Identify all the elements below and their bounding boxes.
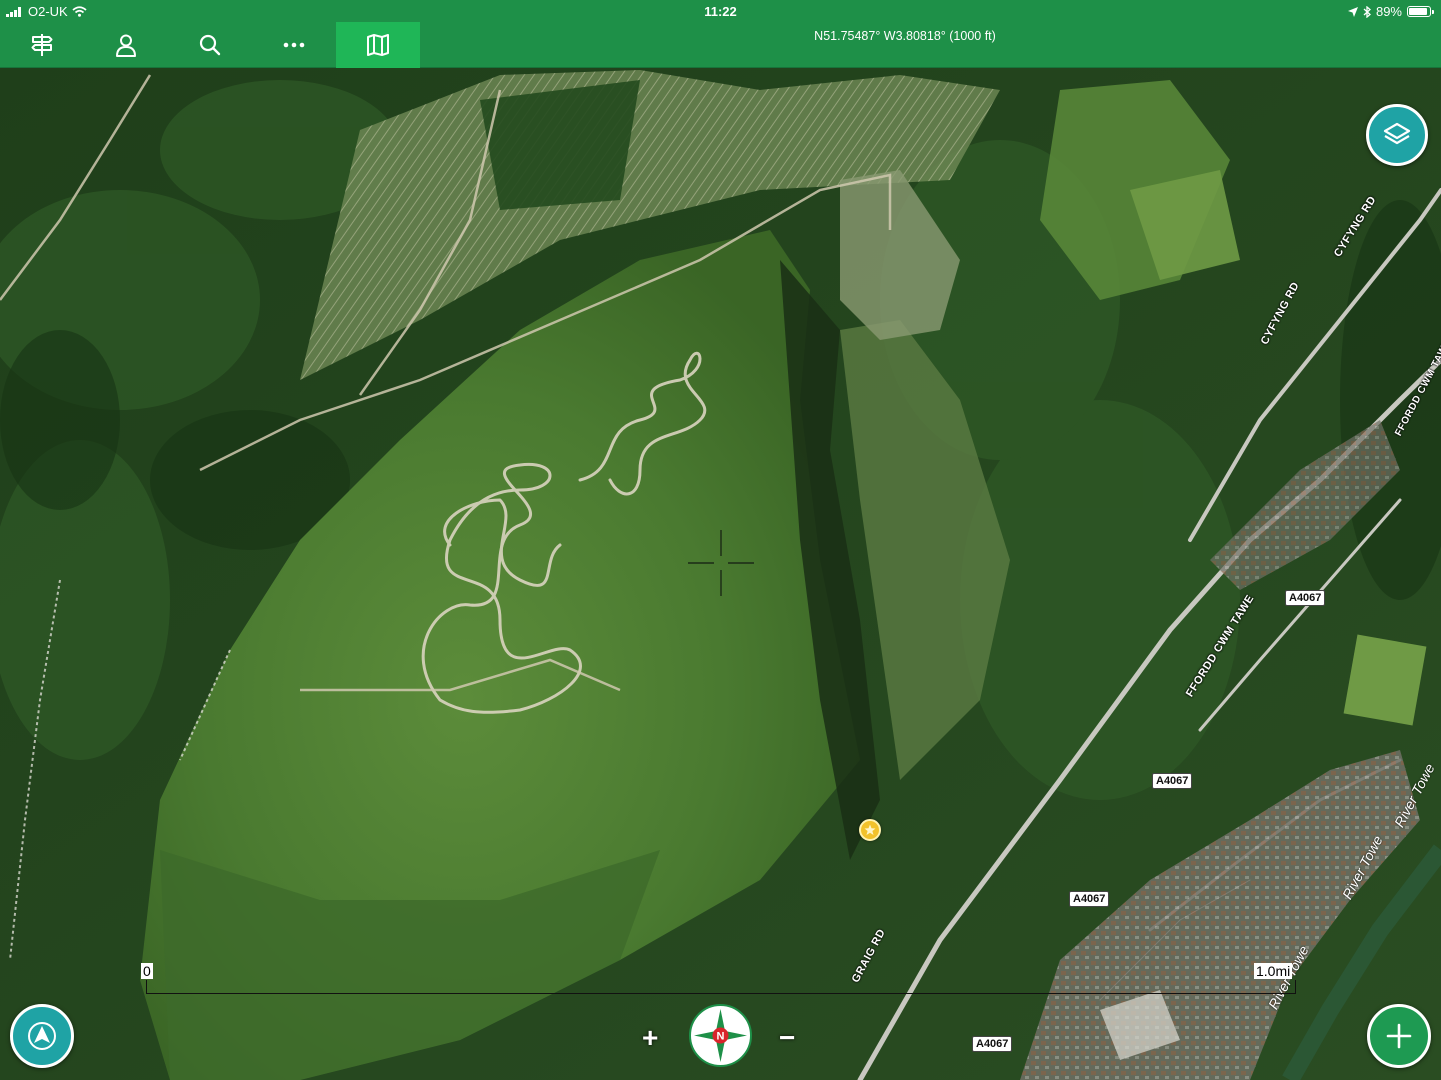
- navigation-arrow-icon: [28, 1022, 56, 1050]
- add-button[interactable]: [1367, 1004, 1431, 1068]
- more-icon: [283, 42, 305, 48]
- compass-icon: N: [694, 1009, 747, 1062]
- road-label-a4067: A4067: [1069, 891, 1110, 907]
- top-bar: O2-UK 11:22 89% N51.75487° W3.80818° (10…: [0, 0, 1441, 68]
- profile-tab[interactable]: [84, 22, 168, 68]
- route-signpost-icon: [31, 34, 53, 56]
- scale-bar-tick-end: [1295, 980, 1296, 994]
- road-label-a4067: A4067: [1152, 773, 1193, 789]
- search-tab[interactable]: [168, 22, 252, 68]
- location-arrow-icon: [1347, 6, 1358, 17]
- waypoint-marker[interactable]: [859, 819, 881, 841]
- plus-icon: [1386, 1023, 1412, 1049]
- map-view[interactable]: A4067 A4067 A4067 A4067 CYFYNG RD CYFYNG…: [0, 68, 1441, 1080]
- search-icon: [199, 34, 221, 56]
- more-tab[interactable]: [252, 22, 336, 68]
- status-time: 11:22: [704, 4, 737, 19]
- map-tab[interactable]: [336, 22, 420, 68]
- layers-icon: [1383, 122, 1411, 145]
- layers-button[interactable]: [1366, 104, 1428, 166]
- bluetooth-icon: [1363, 5, 1371, 18]
- battery-percent: 89%: [1375, 4, 1402, 19]
- scale-bar-tick-start: [146, 980, 147, 994]
- map-icon: [367, 34, 389, 56]
- scale-start-label: 0: [141, 963, 153, 979]
- road-label-a4067: A4067: [972, 1036, 1013, 1052]
- coordinates-readout: N51.75487° W3.80818° (1000 ft): [814, 29, 996, 43]
- toolbar: [0, 22, 420, 68]
- scale-end-label: 1.0mi: [1254, 963, 1293, 979]
- scale-bar: [146, 993, 1296, 994]
- routes-tab[interactable]: [0, 22, 84, 68]
- compass-label: N: [717, 1031, 725, 1043]
- crosshair-icon: [688, 530, 754, 596]
- compass[interactable]: N: [689, 1004, 752, 1067]
- zoom-out-button[interactable]: −: [779, 1024, 795, 1052]
- status-right: 89%: [1347, 4, 1434, 19]
- profile-icon: [116, 34, 136, 57]
- locate-button[interactable]: [10, 1004, 74, 1068]
- status-bar: O2-UK 11:22 89%: [0, 0, 1441, 22]
- zoom-in-button[interactable]: +: [642, 1024, 658, 1052]
- battery-icon: [1407, 6, 1434, 17]
- road-label-a4067: A4067: [1285, 590, 1326, 606]
- star-icon: [864, 824, 876, 835]
